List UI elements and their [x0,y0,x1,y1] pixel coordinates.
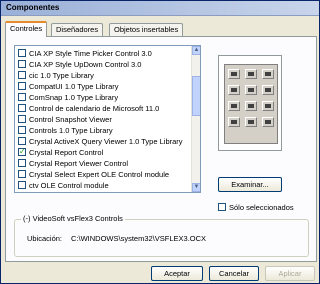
solo-seleccionados-option[interactable]: Sólo seleccionados [218,203,294,212]
tool-timer-icon [228,117,240,127]
tool-label-icon [262,69,274,79]
group-title: (-) VideoSoft vsFlex3 Controls [21,214,125,223]
aceptar-button[interactable]: Aceptar [151,266,203,281]
details-group: (-) VideoSoft vsFlex3 Controls Ubicación… [14,214,309,257]
list-item[interactable]: Control de calendario de Microsoft 11.0 [18,103,159,114]
list-item[interactable]: Controls 1.0 Type Library [18,125,113,136]
checkbox[interactable] [18,170,26,179]
checkbox[interactable] [18,181,26,190]
checkbox[interactable] [18,159,26,168]
tool-checkbox-icon [245,85,257,95]
list-item[interactable]: ComSnap 1.0 Type Library [18,92,118,103]
scroll-thumb[interactable] [192,76,200,116]
checkbox-checked[interactable]: ✓ [18,148,26,157]
list-item[interactable]: Control Snapshot Viewer [18,114,112,125]
list-item-label: CompatUI 1.0 Type Library [29,82,119,91]
checkbox[interactable] [18,115,26,124]
toolbox-icon [224,64,278,144]
checkbox[interactable] [18,49,26,58]
list-item[interactable]: ctv OLE Control module [18,180,109,191]
tab-controles[interactable]: Controles [5,21,48,37]
tool-combo-icon [228,101,240,111]
list-item[interactable]: cic 1.0 Type Library [18,70,94,81]
checkbox[interactable] [18,60,26,69]
list-item-label: cic 1.0 Type Library [29,71,94,80]
examinar-button[interactable]: Examinar... [218,177,282,192]
solo-seleccionados-checkbox[interactable] [218,203,226,212]
checkbox[interactable] [18,93,26,102]
list-item[interactable]: Crystal Report Viewer Control [18,158,128,169]
list-item-label: Controls 1.0 Type Library [29,126,113,135]
tool-frame-icon [228,85,240,95]
list-item-label: Crystal Report Viewer Control [29,159,129,168]
tool-list-icon [245,101,257,111]
checkbox[interactable] [18,71,26,80]
list-item-label: Crystal Report Control [29,148,104,157]
checkbox[interactable] [18,82,26,91]
vertical-scrollbar[interactable]: ▲ ▼ [191,46,200,192]
window-title: Componentes [6,3,60,12]
list-item-label: Control de calendario de Microsoft 11.0 [29,104,160,113]
tool-scroll-icon [262,101,274,111]
components-dialog: Componentes Controles Diseñadores Objeto… [0,0,320,284]
tool-data-icon [262,117,274,127]
list-item[interactable]: Crystal ActiveX Query Viewer 1.0 Type Li… [18,136,183,147]
list-item-label: ComSnap 1.0 Type Library [29,93,119,102]
list-item-label: CIA XP Style Time Picker Control 3.0 [29,49,152,58]
aplicar-button[interactable]: Aplicar [265,266,315,281]
scroll-down-icon[interactable]: ▼ [192,183,200,192]
location-value: C:\WINDOWS\system32\VSFLEX3.OCX [71,234,207,243]
list-item-label: Crystal Select Expert OLE Control module [29,170,170,179]
tool-pointer-icon [228,69,240,79]
checkbox[interactable] [18,126,26,135]
list-item[interactable]: Crystal Select Expert OLE Control module [18,169,169,180]
list-item[interactable]: CIA XP Style Time Picker Control 3.0 [18,48,152,59]
solo-seleccionados-label: Sólo seleccionados [229,203,294,212]
cancelar-button[interactable]: Cancelar [209,266,259,281]
list-item-label: Control Snapshot Viewer [29,115,112,124]
tab-strip: Controles Diseñadores Objetos insertable… [5,21,317,37]
scroll-up-icon[interactable]: ▲ [192,46,200,55]
list-item-label: CIA XP Style UpDown Control 3.0 [29,60,142,69]
tab-objetos-insertables[interactable]: Objetos insertables [109,23,184,36]
tool-picture-icon [245,69,257,79]
list-item[interactable]: ✓ Crystal Report Control [18,147,103,158]
list-item-label: ctv OLE Control module [29,181,109,190]
component-list[interactable]: CIA XP Style Time Picker Control 3.0 CIA… [14,45,201,193]
checkbox[interactable] [18,137,26,146]
tool-option-icon [262,85,274,95]
list-item[interactable]: CIA XP Style UpDown Control 3.0 [18,59,141,70]
checkbox[interactable] [18,104,26,113]
list-item-label: Crystal ActiveX Query Viewer 1.0 Type Li… [29,137,183,146]
tab-disenadores[interactable]: Diseñadores [51,23,104,36]
location-label: Ubicación: [27,234,63,243]
list-item[interactable]: CompatUI 1.0 Type Library [18,81,119,92]
tool-image-icon [245,117,257,127]
tab-panel: CIA XP Style Time Picker Control 3.0 CIA… [5,36,317,262]
toolbox-preview [218,55,282,151]
title-bar[interactable]: Componentes [1,1,319,16]
